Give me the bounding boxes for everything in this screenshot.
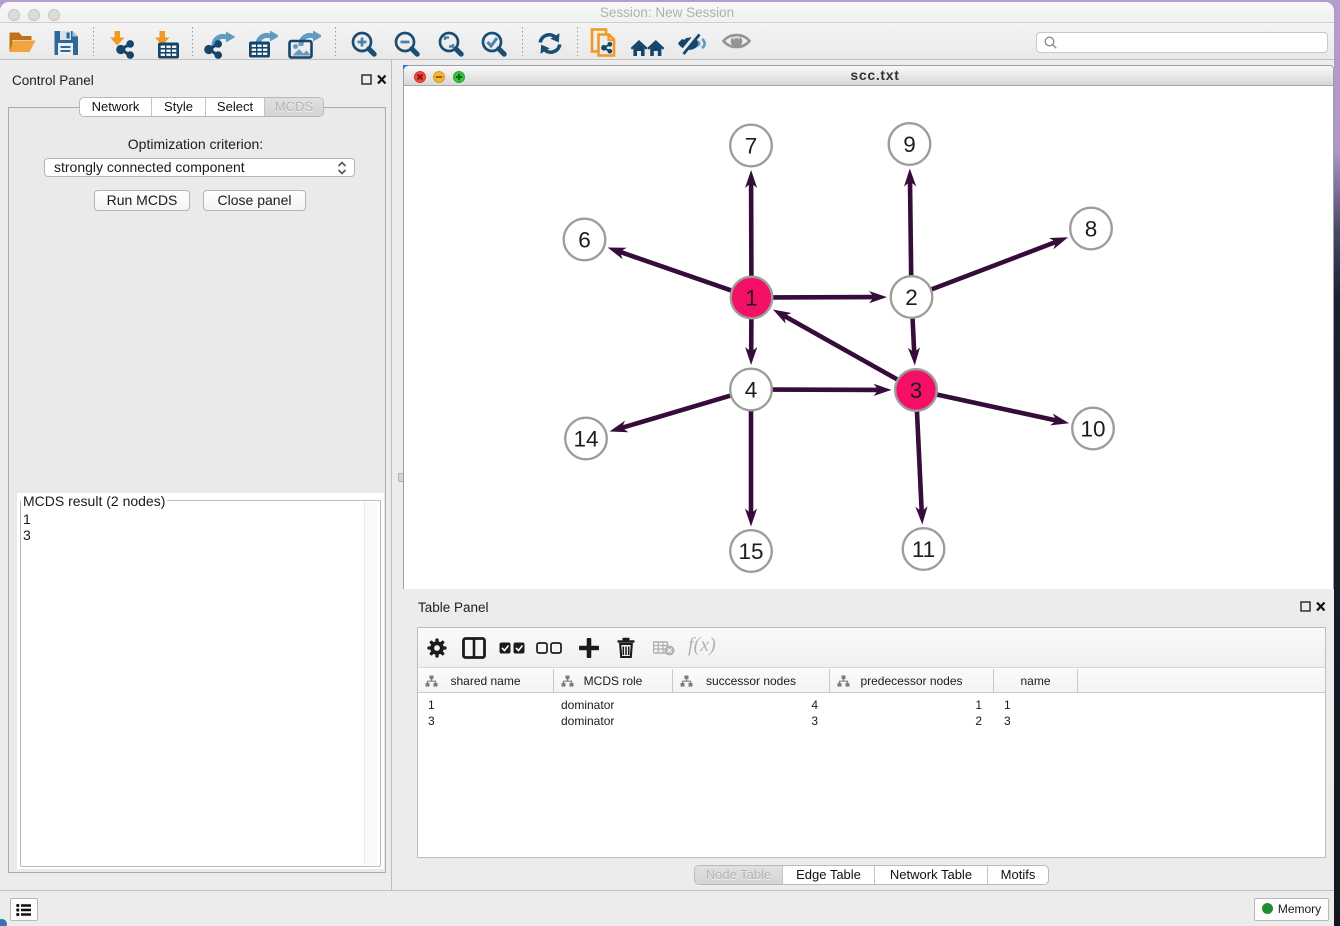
svg-text:2: 2 bbox=[905, 285, 918, 310]
svg-text:11: 11 bbox=[912, 537, 935, 562]
svg-text:7: 7 bbox=[745, 134, 758, 159]
svg-text:14: 14 bbox=[573, 427, 598, 452]
svg-text:10: 10 bbox=[1080, 417, 1105, 442]
svg-text:6: 6 bbox=[578, 228, 591, 253]
svg-text:3: 3 bbox=[910, 378, 923, 403]
svg-text:15: 15 bbox=[738, 539, 763, 564]
svg-text:8: 8 bbox=[1085, 217, 1098, 242]
svg-text:1: 1 bbox=[745, 286, 758, 311]
svg-text:9: 9 bbox=[903, 132, 916, 157]
svg-text:4: 4 bbox=[745, 378, 758, 403]
